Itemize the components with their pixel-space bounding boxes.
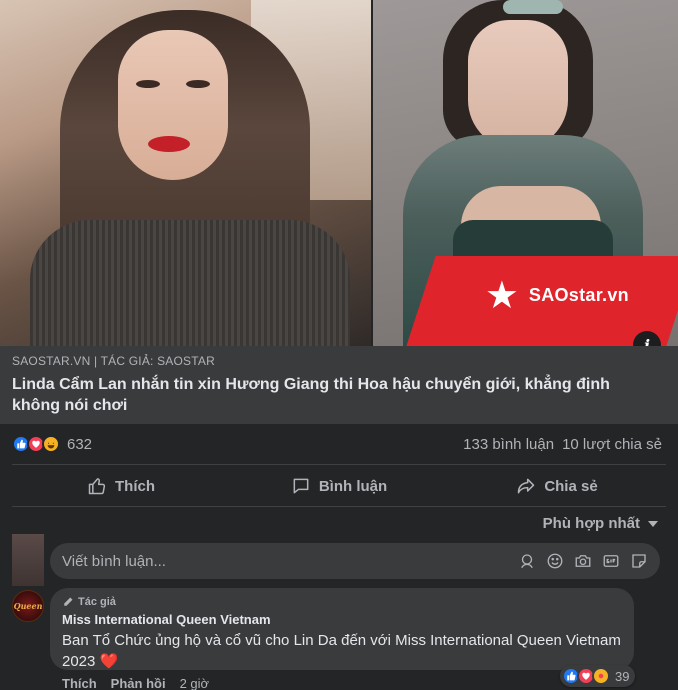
link-source: SAOSTAR.VN | TÁC GIẢ: SAOSTAR [12, 354, 215, 368]
comment-like-link[interactable]: Thích [62, 676, 97, 690]
comment-reaction-count: 39 [615, 668, 630, 684]
author-badge-label: Tác giả [78, 596, 116, 608]
like-label: Thích [115, 477, 155, 495]
star-logo-icon: ★ [484, 273, 519, 317]
comment-reactions[interactable]: 39 [560, 665, 636, 687]
care-reaction-icon [592, 667, 610, 685]
saostar-watermark: ★ SAOstar.vn [485, 276, 629, 314]
comment-composer[interactable] [50, 543, 660, 579]
comment-input[interactable] [62, 552, 518, 570]
haha-reaction-icon [42, 435, 60, 453]
comment-bubble: Tác giả Miss International Queen Vietnam… [50, 588, 634, 670]
avatar-logo-text: Queen [13, 601, 43, 611]
avatar-sticker-icon[interactable] [518, 552, 536, 570]
comment-sort-dropdown[interactable]: Phù hợp nhất [543, 515, 658, 532]
heart-emoji: ❤️ [99, 653, 119, 670]
share-button[interactable]: Chia sẻ [448, 468, 666, 504]
divider [12, 506, 666, 507]
action-bar: Thích Bình luận Chia sẻ [12, 468, 666, 504]
comment-count[interactable]: 133 bình luận [463, 436, 554, 453]
thumbs-up-icon [88, 478, 106, 495]
link-preview[interactable]: SAOSTAR.VN | TÁC GIẢ: SAOSTAR Linda Cẩm … [0, 346, 678, 424]
share-count[interactable]: 10 lượt chia sẻ [562, 436, 662, 453]
comment-author[interactable]: Miss International Queen Vietnam [62, 612, 622, 627]
sort-label: Phù hợp nhất [542, 515, 640, 532]
comment-label: Bình luận [318, 477, 388, 495]
post-card: ★ SAOstar.vn i SAOSTAR.VN | TÁC GIẢ: SAO… [0, 0, 678, 690]
gif-icon[interactable] [602, 552, 620, 570]
comment-actions: Thích Phản hồi 2 giờ [62, 676, 209, 690]
reaction-summary[interactable] [12, 435, 60, 453]
comment-body: Ban Tổ Chức ủng hộ và cổ vũ cho Lin Da đ… [62, 632, 621, 670]
comment-reply-link[interactable]: Phản hồi [111, 676, 166, 690]
link-title[interactable]: Linda Cẩm Lan nhắn tin xin Hương Giang t… [12, 374, 652, 416]
watermark-text: SAOstar.vn [528, 284, 629, 305]
author-badge: Tác giả [62, 596, 622, 608]
post-stats: 632 133 bình luận 10 lượt chia sẻ [12, 432, 662, 456]
camera-icon[interactable] [574, 552, 592, 570]
reaction-count[interactable]: 632 [67, 436, 92, 453]
share-icon [518, 478, 535, 494]
avatar[interactable]: Queen [12, 590, 44, 622]
caret-down-icon [648, 520, 658, 527]
pen-icon [64, 597, 73, 606]
comment-text: Ban Tổ Chức ủng hộ và cổ vũ cho Lin Da đ… [62, 630, 622, 672]
post-image-link[interactable]: ★ SAOstar.vn [0, 0, 678, 346]
like-button[interactable]: Thích [12, 468, 230, 504]
emoji-icon[interactable] [546, 552, 564, 570]
photo-huong-giang: ★ SAOstar.vn [372, 0, 678, 346]
photo-linda-cam-lan [0, 0, 371, 346]
sticker-icon[interactable] [630, 552, 648, 570]
comment-button[interactable]: Bình luận [230, 468, 448, 504]
avatar[interactable] [12, 534, 44, 586]
divider [12, 464, 666, 465]
comment-icon [293, 478, 309, 494]
share-label: Chia sẻ [544, 477, 598, 495]
comment-timestamp[interactable]: 2 giờ [180, 676, 210, 690]
